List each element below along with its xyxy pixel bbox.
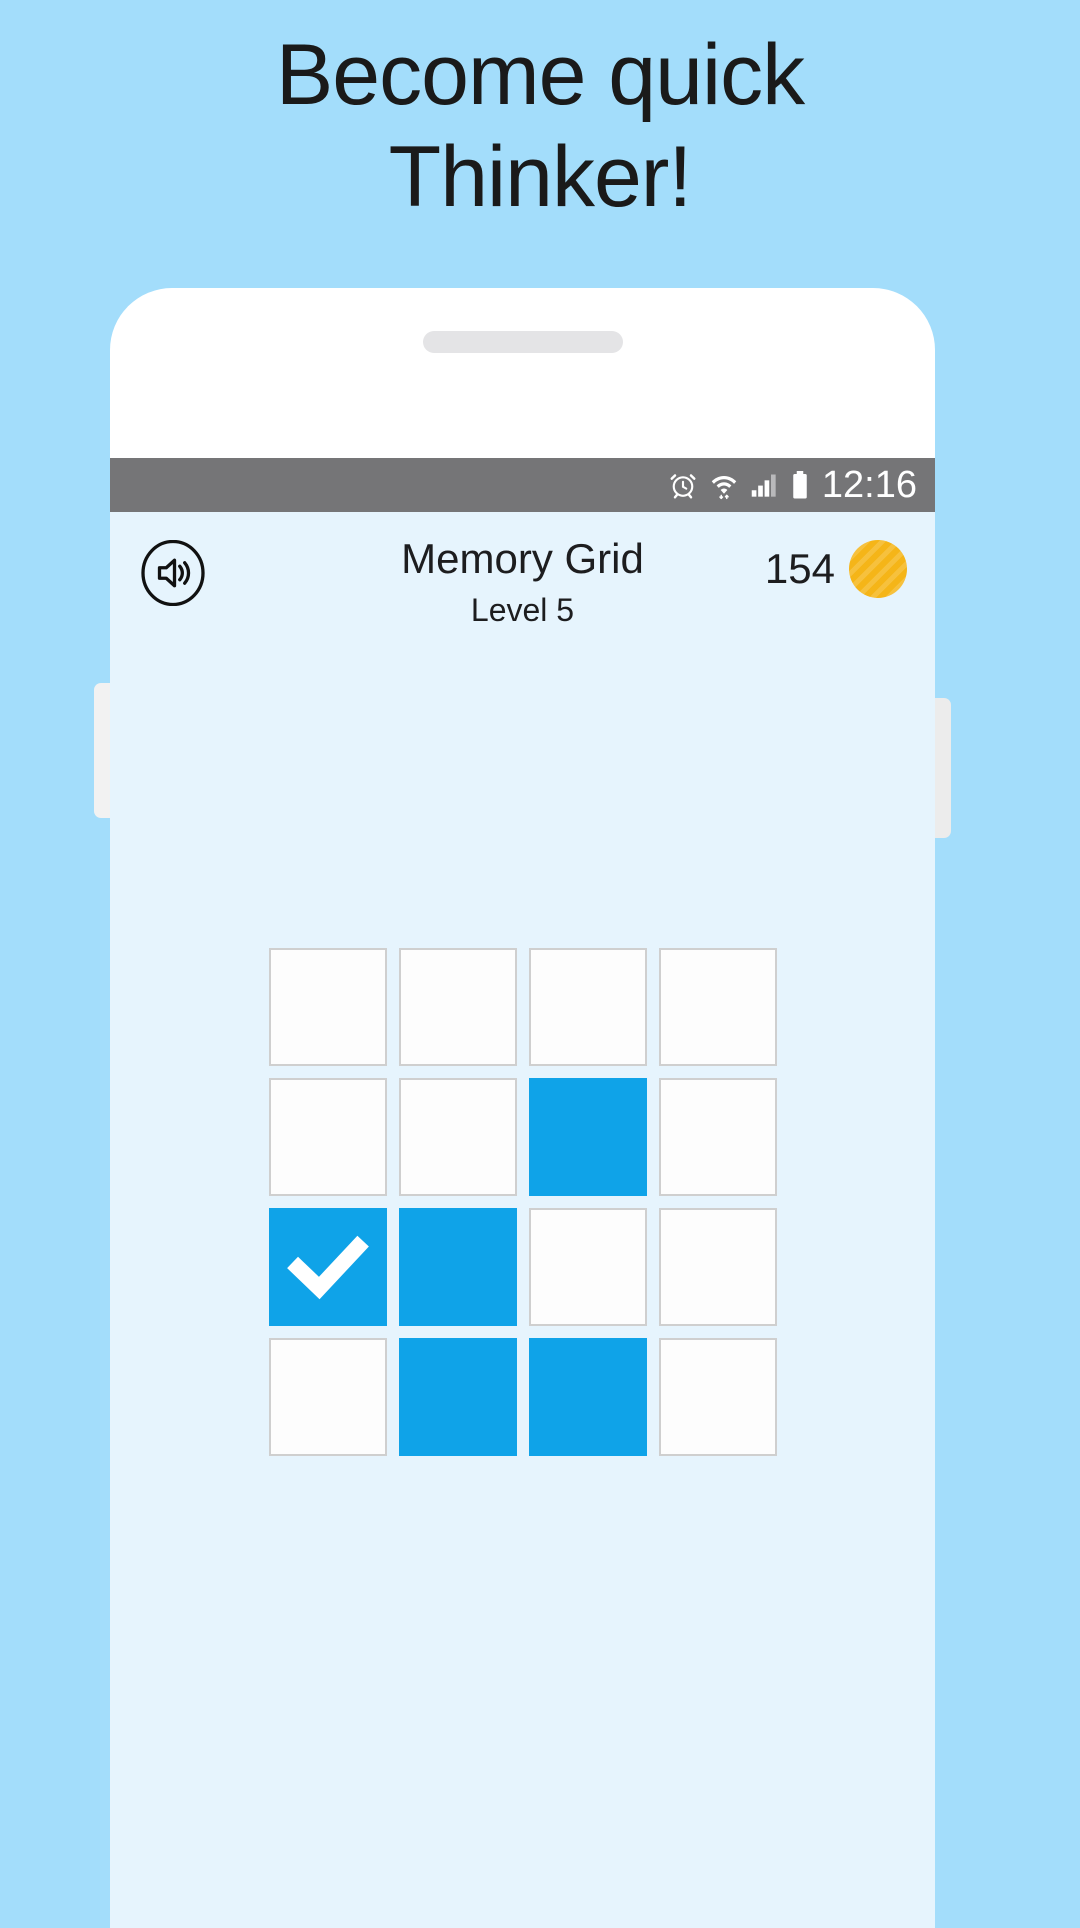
headline-line-2: Thinker!: [388, 129, 693, 225]
signal-icon: [750, 470, 778, 500]
battery-icon: [790, 470, 810, 500]
grid-cell-r3c2[interactable]: [398, 1208, 517, 1326]
grid-cell-r2c1[interactable]: [268, 1078, 387, 1196]
grid-cell-r2c3[interactable]: [528, 1078, 647, 1196]
grid-cell-r2c2[interactable]: [398, 1078, 517, 1196]
grid-cell-r1c2[interactable]: [398, 948, 517, 1066]
grid-cell-r1c1[interactable]: [268, 948, 387, 1066]
earpiece-speaker: [422, 331, 623, 353]
headline-line-1: Become quick: [275, 27, 805, 123]
grid-cell-r3c1[interactable]: [268, 1208, 387, 1326]
promo-headline: Become quick Thinker!: [0, 24, 1080, 228]
phone-screen: 12:16 Memory Grid Level 5 154: [110, 458, 935, 1928]
grid-cell-r1c3[interactable]: [528, 948, 647, 1066]
grid-cell-r4c4[interactable]: [658, 1338, 777, 1456]
phone-device: 12:16 Memory Grid Level 5 154: [94, 288, 951, 1928]
grid-cell-r1c4[interactable]: [658, 948, 777, 1066]
grid-cell-r2c4[interactable]: [658, 1078, 777, 1196]
grid-cell-r4c1[interactable]: [268, 1338, 387, 1456]
status-clock: 12:16: [821, 464, 917, 506]
coin-count-label: 154: [764, 545, 835, 592]
power-button[interactable]: [933, 698, 951, 838]
app-header: Memory Grid Level 5 154: [110, 512, 935, 672]
memory-grid-container: [110, 948, 935, 1456]
grid-cell-r3c4[interactable]: [658, 1208, 777, 1326]
grid-cell-r3c3[interactable]: [528, 1208, 647, 1326]
status-icon-group: [668, 470, 810, 500]
grid-cell-r4c2[interactable]: [398, 1338, 517, 1456]
memory-grid: [268, 948, 777, 1456]
grid-cell-r4c3[interactable]: [528, 1338, 647, 1456]
alarm-icon: [668, 470, 698, 500]
coin-counter[interactable]: 154: [765, 540, 907, 598]
status-bar: 12:16: [110, 458, 935, 512]
check-icon: [286, 1235, 369, 1300]
coin-icon: [849, 540, 907, 598]
wifi-icon: [710, 470, 738, 500]
